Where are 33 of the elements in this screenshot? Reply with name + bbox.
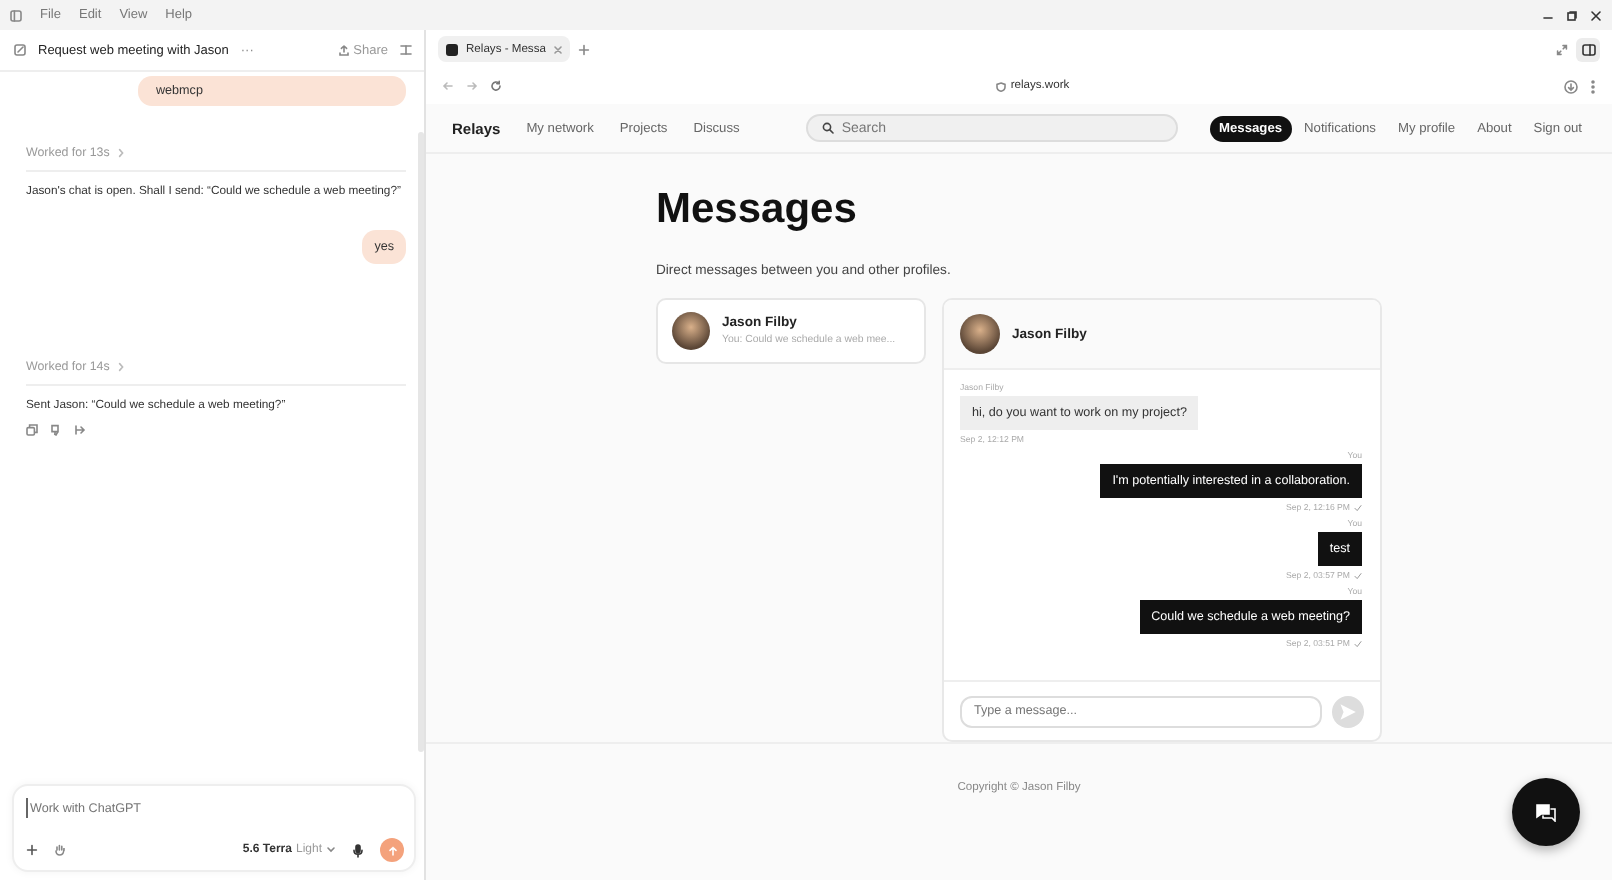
hand-icon[interactable] [54,844,66,856]
upload-icon [337,44,350,56]
chevron-icon [117,148,124,158]
expand-icon[interactable] [1556,43,1568,55]
plus-icon[interactable] [577,43,590,55]
download-icon[interactable] [1564,79,1579,93]
panel-button[interactable] [1576,37,1600,61]
close-icon [553,45,562,53]
reload-icon[interactable] [490,80,502,92]
copy-icon[interactable] [26,424,38,436]
chat-button[interactable] [1512,778,1580,846]
chat-bubbles-icon [1536,803,1556,821]
shield-icon [996,81,1007,91]
edit-icon[interactable] [14,44,26,56]
share-icon[interactable] [74,424,86,436]
send-icon [1340,703,1356,719]
search-icon [821,122,834,134]
arrow-up-icon [387,845,397,855]
restore-icon[interactable] [1566,9,1578,21]
kebab-menu-icon[interactable] [1590,79,1597,93]
microphone-icon[interactable] [352,843,364,857]
panel-icon [1581,43,1595,55]
back-icon[interactable] [442,80,454,92]
close-icon[interactable] [1590,9,1602,21]
avatar-circle [960,314,1000,354]
chevron-down-icon [326,846,336,854]
sidebar-icon[interactable] [10,9,22,21]
page-heading: Messages [656,186,859,234]
forward-icon[interactable] [466,80,478,92]
plus-icon[interactable] [26,844,38,856]
avatar-circle [672,312,710,350]
send-button[interactable] [380,838,404,862]
chevron-icon [117,362,124,372]
